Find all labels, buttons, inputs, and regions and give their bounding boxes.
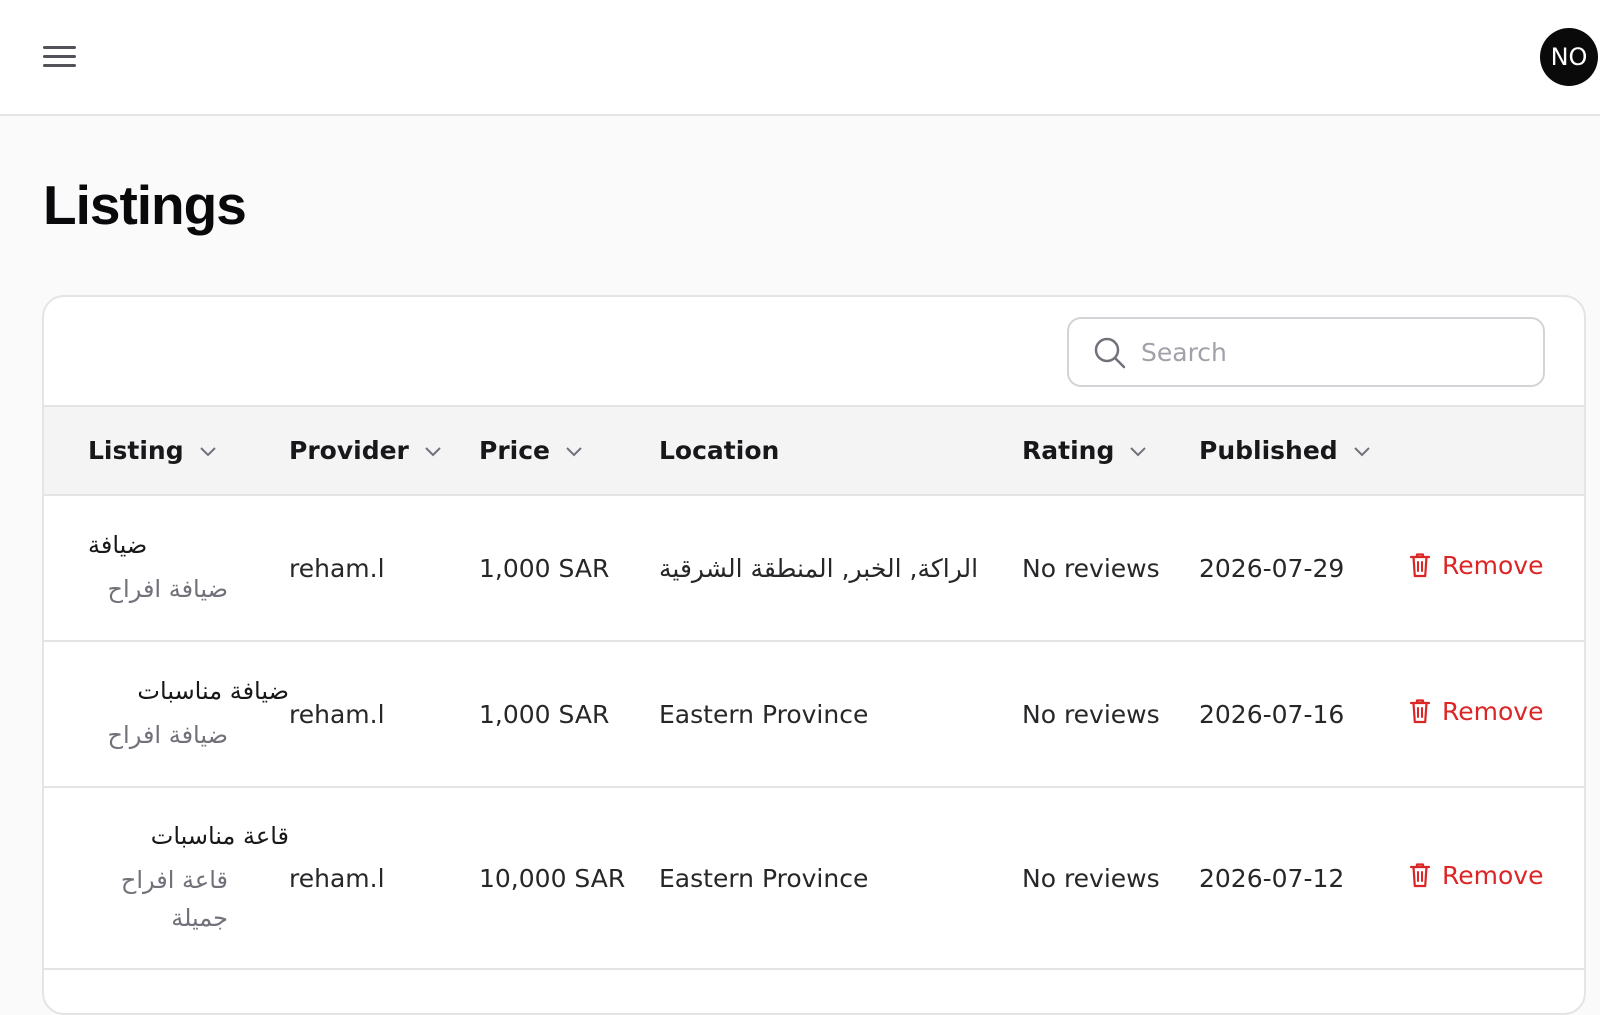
remove-button[interactable]: Remove [1408, 551, 1543, 580]
listing-subtitle: ضيافة افراح [107, 575, 228, 603]
table-row[interactable]: ضيافة مناسبات ضيافة افراح reham.l 1,000 … [44, 641, 1584, 787]
top-bar: NO [0, 0, 1600, 116]
search-input[interactable] [1139, 329, 1529, 375]
table-row-partial [44, 969, 1584, 1013]
price-cell: 1,000 SAR [479, 553, 610, 583]
rating-cell: No reviews [1022, 863, 1160, 893]
price-cell: 10,000 SAR [479, 863, 626, 893]
menu-button[interactable] [40, 38, 82, 78]
remove-button[interactable]: Remove [1408, 697, 1543, 726]
column-label: Listing [88, 436, 184, 465]
chevron-down-icon [199, 446, 216, 456]
column-label: Rating [1022, 436, 1115, 465]
listing-cell: ضيافة مناسبات ضيافة افراح [44, 641, 289, 787]
table-header-row: Listing Provider Price Location Rating P… [44, 406, 1584, 495]
listings-card: Listing Provider Price [42, 295, 1586, 1015]
avatar[interactable]: NO [1540, 28, 1598, 86]
listing-title: قاعة مناسبات [150, 822, 289, 850]
location-cell: الراكة, الخبر, المنطقة الشرقية [659, 553, 979, 583]
published-cell: 2026-07-29 [1199, 553, 1345, 583]
trash-icon [1409, 699, 1431, 724]
trash-icon [1409, 553, 1431, 578]
chevron-down-icon [1130, 446, 1147, 456]
search-box[interactable] [1067, 317, 1545, 387]
chevron-down-icon [425, 446, 441, 456]
remove-label: Remove [1442, 860, 1544, 890]
column-header-published[interactable]: Published [1199, 406, 1408, 495]
page-title: Listings [43, 174, 247, 236]
column-header-actions [1408, 406, 1584, 495]
search-icon [1094, 337, 1126, 369]
rating-cell: No reviews [1022, 699, 1160, 729]
provider-cell: reham.l [289, 699, 385, 729]
rating-cell: No reviews [1022, 553, 1160, 583]
column-header-rating[interactable]: Rating [1022, 406, 1199, 495]
column-label: Location [659, 436, 780, 465]
listing-cell: قاعة مناسبات قاعة افراح جميلة [44, 787, 289, 969]
column-header-price[interactable]: Price [479, 406, 659, 495]
menu-icon [43, 46, 76, 67]
location-cell: Eastern Province [659, 863, 869, 893]
column-header-listing[interactable]: Listing [44, 406, 289, 495]
table-row[interactable]: قاعة مناسبات قاعة افراح جميلة reham.l 10… [44, 787, 1584, 969]
provider-cell: reham.l [289, 553, 385, 583]
column-label: Published [1199, 436, 1338, 465]
column-header-location: Location [659, 406, 1022, 495]
listing-subtitle: ضيافة افراح [107, 721, 228, 749]
chevron-down-icon [1353, 446, 1370, 456]
published-cell: 2026-07-16 [1199, 699, 1345, 729]
table-row[interactable]: ضيافة ضيافة افراح reham.l 1,000 SAR الرا… [44, 495, 1584, 641]
column-label: Price [479, 436, 550, 465]
listings-table: Listing Provider Price Location Rating P… [44, 405, 1584, 1013]
remove-button[interactable]: Remove [1408, 861, 1543, 890]
action-cell: Remove [1408, 641, 1584, 787]
table-row[interactable] [44, 969, 1584, 1013]
listing-cell: ضيافة ضيافة افراح [44, 495, 289, 641]
trash-icon [1409, 863, 1431, 888]
action-cell: Remove [1408, 787, 1584, 969]
listing-title: ضيافة مناسبات [137, 677, 289, 705]
remove-label: Remove [1442, 696, 1544, 726]
listing-title: ضيافة [88, 531, 148, 559]
chevron-down-icon [566, 446, 582, 456]
provider-cell: reham.l [289, 863, 385, 893]
action-cell: Remove [1408, 495, 1584, 641]
column-header-provider[interactable]: Provider [289, 406, 479, 495]
remove-label: Remove [1442, 550, 1544, 580]
published-cell: 2026-07-12 [1199, 863, 1345, 893]
price-cell: 1,000 SAR [479, 699, 610, 729]
listing-subtitle: قاعة افراح جميلة [120, 866, 228, 932]
location-cell: Eastern Province [659, 699, 869, 729]
column-label: Provider [289, 436, 409, 465]
